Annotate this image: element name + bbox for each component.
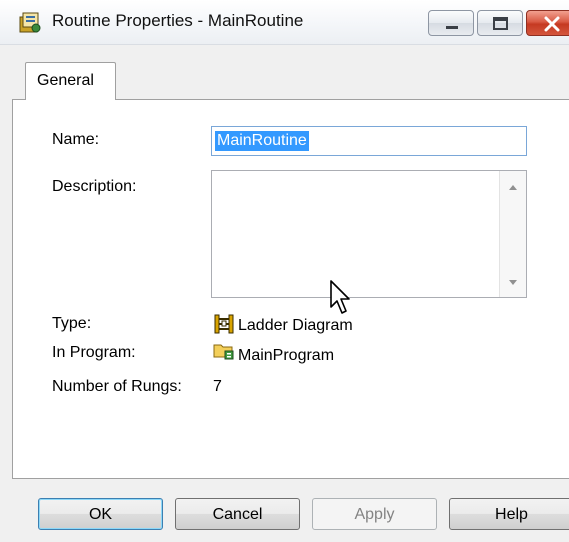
description-scrollbar[interactable] <box>499 171 526 297</box>
scroll-down-arrow-icon[interactable] <box>500 271 526 295</box>
type-value: Ladder Diagram <box>238 317 353 334</box>
maximize-button[interactable] <box>477 10 523 36</box>
description-label: Description: <box>52 178 137 195</box>
mouse-pointer-icon <box>330 280 350 314</box>
in-program-label: In Program: <box>52 344 136 361</box>
tab-general[interactable]: General <box>25 62 116 100</box>
name-label: Name: <box>52 131 100 148</box>
ok-button[interactable]: OK <box>38 498 163 530</box>
program-folder-icon <box>213 344 234 360</box>
properties-icon <box>19 12 41 33</box>
close-icon <box>544 16 560 32</box>
in-program-value: MainProgram <box>238 347 335 364</box>
scroll-up-arrow-icon[interactable] <box>500 175 526 199</box>
ladder-diagram-icon <box>214 314 234 334</box>
name-input[interactable]: MainRoutine <box>211 126 527 156</box>
close-button[interactable] <box>526 10 569 36</box>
dialog-window: Routine Properties - MainRoutine General… <box>0 0 569 542</box>
apply-button[interactable]: Apply <box>312 498 437 530</box>
window-title: Routine Properties - MainRoutine <box>52 11 304 30</box>
title-bar[interactable]: Routine Properties - MainRoutine <box>0 0 569 45</box>
minimize-icon <box>446 26 458 29</box>
minimize-button[interactable] <box>428 10 474 36</box>
maximize-icon <box>493 17 508 30</box>
cancel-button[interactable]: Cancel <box>175 498 300 530</box>
help-button[interactable]: Help <box>449 498 569 530</box>
number-of-rungs-value: 7 <box>213 378 222 395</box>
number-of-rungs-label: Number of Rungs: <box>52 378 182 395</box>
name-input-text: MainRoutine <box>215 131 309 151</box>
type-label: Type: <box>52 315 92 332</box>
tab-general-label: General <box>37 72 94 89</box>
description-textarea[interactable] <box>211 170 527 298</box>
